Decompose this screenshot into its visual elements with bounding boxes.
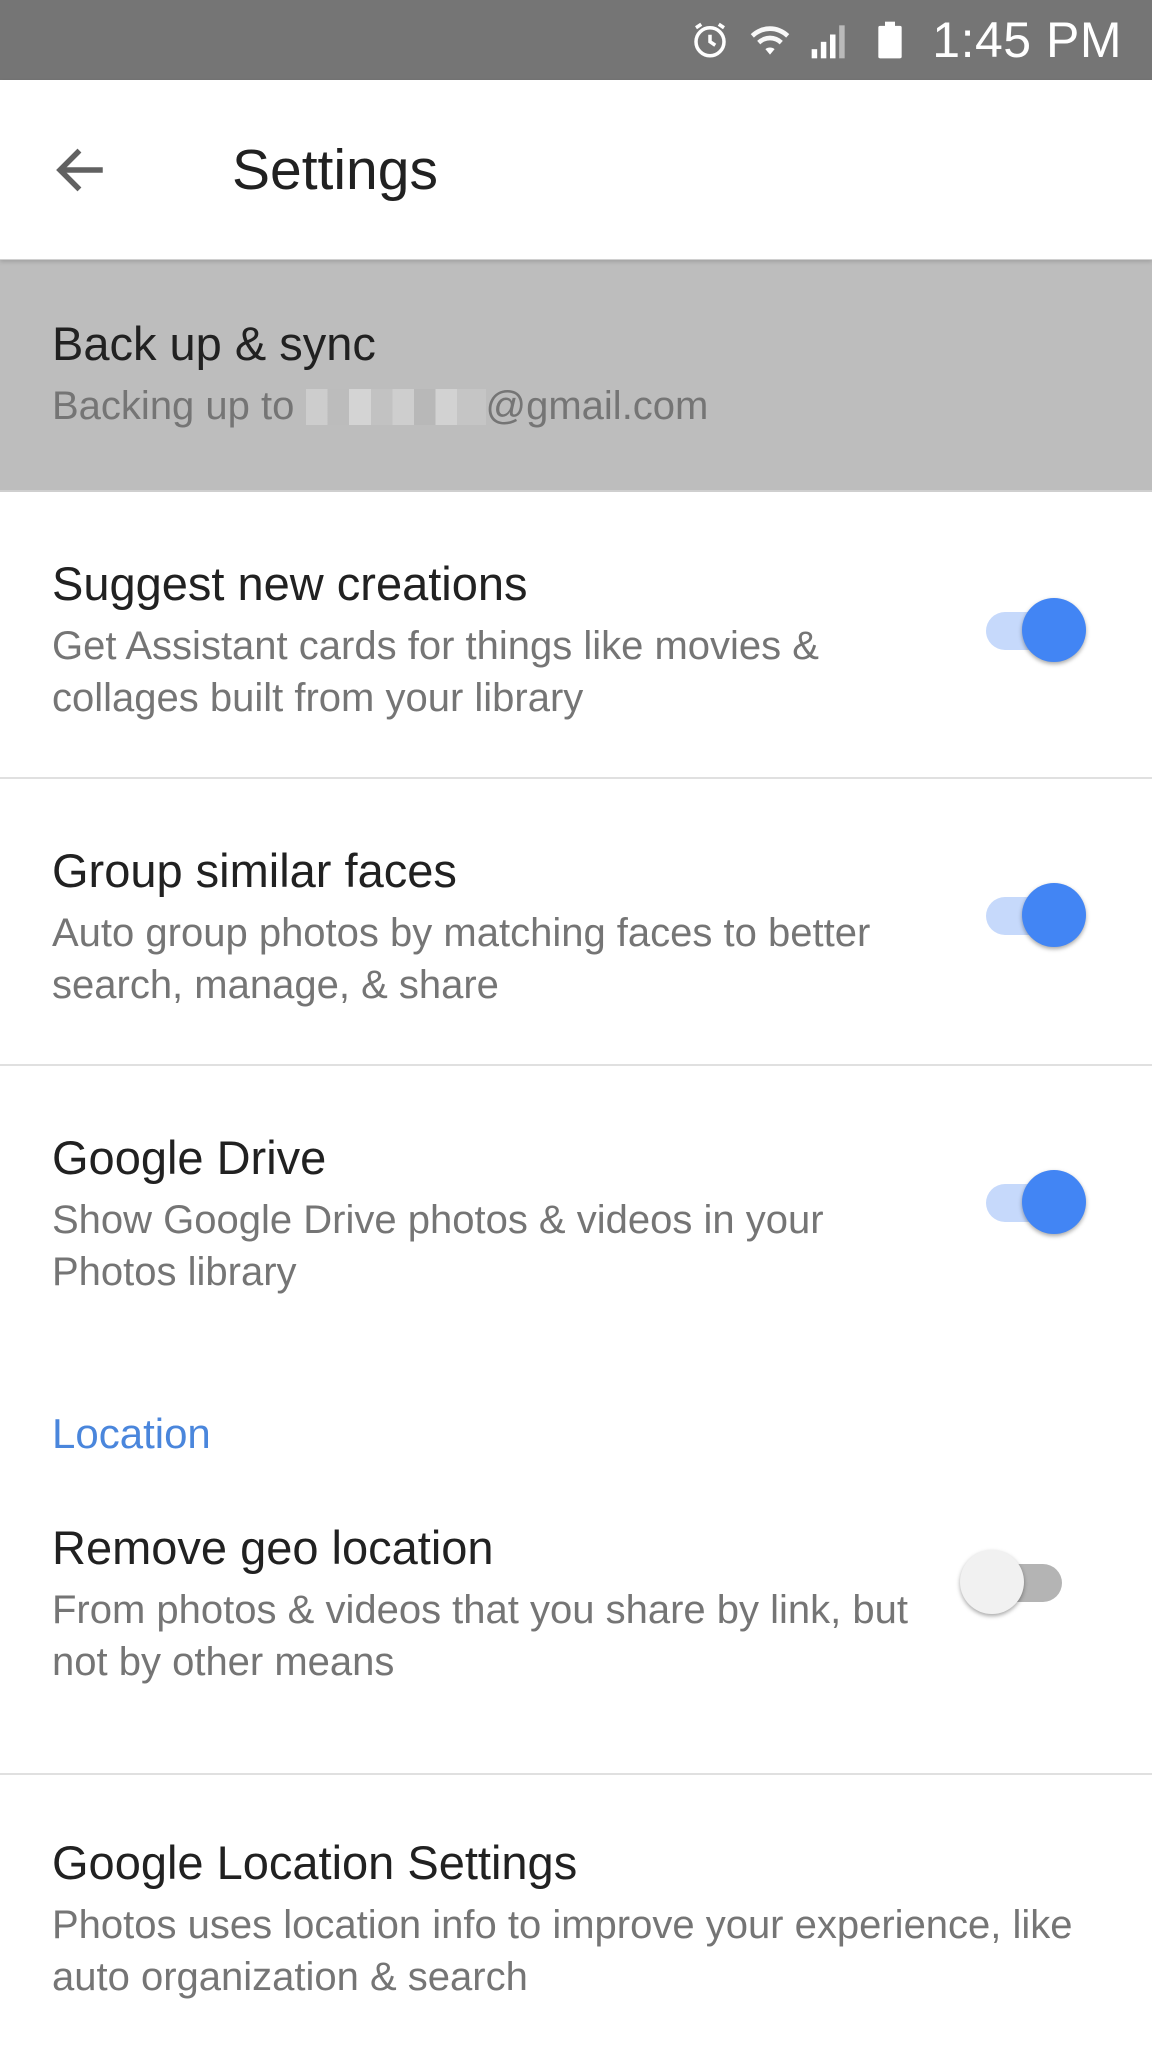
- toggle-thumb: [1022, 1170, 1086, 1234]
- setting-title: Suggest new creations: [52, 557, 528, 610]
- setting-backup-sync[interactable]: Back up & sync Backing up to @gmail.com: [0, 260, 1152, 492]
- page-title: Settings: [232, 137, 438, 202]
- arrow-back-icon: [56, 148, 103, 191]
- setting-title: Google Drive: [52, 1131, 327, 1184]
- setting-subtitle: Show Google Drive photos & videos in you…: [52, 1198, 824, 1295]
- suggest-creations-toggle[interactable]: [976, 590, 1086, 670]
- setting-google-location-settings[interactable]: Google Location Settings Photos uses loc…: [0, 1775, 1152, 2035]
- setting-text: Group similar faces Auto group photos by…: [52, 843, 932, 1011]
- toggle-thumb: [1022, 883, 1086, 947]
- wifi-icon: [748, 18, 792, 62]
- setting-suggest-new-creations[interactable]: Suggest new creations Get Assistant card…: [0, 492, 1152, 779]
- setting-subtitle: Backing up to @gmail.com: [52, 380, 1112, 432]
- setting-subtitle: Auto group photos by matching faces to b…: [52, 911, 871, 1008]
- status-icons: [688, 18, 912, 62]
- battery-icon: [868, 18, 912, 62]
- status-bar: 1:45 PM: [0, 0, 1152, 80]
- setting-title: Remove geo location: [52, 1521, 494, 1574]
- setting-subtitle: Get Assistant cards for things like movi…: [52, 624, 819, 721]
- setting-google-drive[interactable]: Google Drive Show Google Drive photos & …: [0, 1066, 1152, 1410]
- toggle-thumb: [1022, 598, 1086, 662]
- setting-text: Back up & sync Backing up to @gmail.com: [52, 316, 1112, 432]
- setting-title: Group similar faces: [52, 844, 457, 897]
- alarm-icon: [688, 18, 732, 62]
- setting-group-similar-faces[interactable]: Group similar faces Auto group photos by…: [0, 779, 1152, 1066]
- setting-text: Remove geo location From photos & videos…: [52, 1520, 932, 1688]
- setting-title: Google Location Settings: [52, 1836, 578, 1889]
- remove-geo-toggle[interactable]: [960, 1542, 1070, 1622]
- section-header-location: Location: [52, 1410, 211, 1457]
- app-bar: Settings: [0, 80, 1152, 260]
- setting-title: Back up & sync: [52, 317, 376, 370]
- status-time: 1:45 PM: [932, 12, 1122, 68]
- signal-icon: [808, 18, 852, 62]
- group-faces-toggle[interactable]: [976, 875, 1086, 955]
- setting-text: Suggest new creations Get Assistant card…: [52, 556, 932, 724]
- setting-remove-geo-location[interactable]: Remove geo location From photos & videos…: [0, 1520, 1152, 1775]
- redacted-email: [305, 389, 486, 426]
- backup-subtitle-suffix: @gmail.com: [485, 384, 709, 429]
- setting-subtitle: Photos uses location info to improve you…: [52, 1903, 1073, 2000]
- backup-subtitle-prefix: Backing up to: [52, 384, 306, 429]
- google-drive-toggle[interactable]: [976, 1162, 1086, 1242]
- toggle-thumb: [960, 1550, 1024, 1614]
- settings-list: Back up & sync Backing up to @gmail.com …: [0, 260, 1152, 2035]
- back-button[interactable]: [40, 130, 120, 210]
- setting-text: Google Location Settings Photos uses loc…: [52, 1835, 1112, 2003]
- setting-subtitle: From photos & videos that you share by l…: [52, 1588, 908, 1685]
- setting-text: Google Drive Show Google Drive photos & …: [52, 1130, 932, 1298]
- location-section-header-row: Location: [0, 1410, 1152, 1520]
